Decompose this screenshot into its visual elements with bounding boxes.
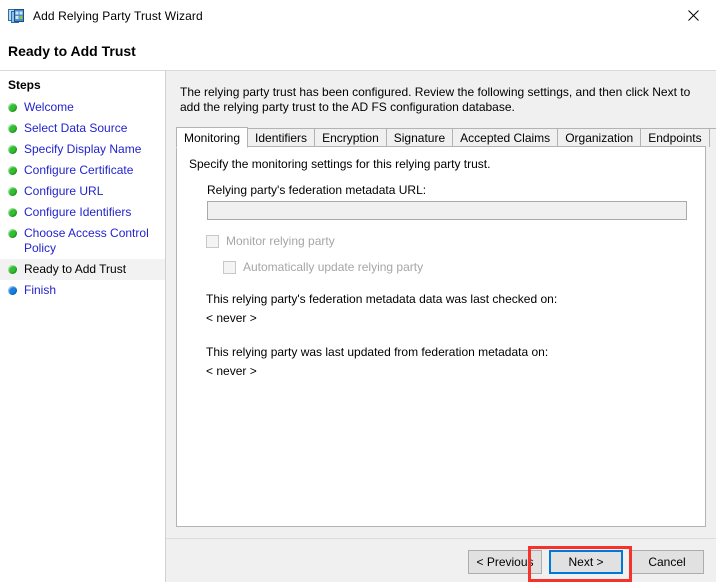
step-bullet-icon (8, 208, 17, 217)
last-checked-value: < never > (206, 311, 695, 325)
page-header: Ready to Add Trust (0, 32, 716, 70)
last-updated-title: This relying party was last updated from… (206, 345, 695, 359)
sidebar-step-select-data-source[interactable]: Select Data Source (0, 118, 165, 139)
tab-strip: MonitoringIdentifiersEncryptionSignature… (176, 126, 706, 147)
last-checked-block: This relying party's federation metadata… (206, 292, 695, 325)
auto-update-relying-party-row[interactable]: Automatically update relying party (223, 260, 695, 274)
last-updated-value: < never > (206, 364, 695, 378)
steps-list: Welcome Select Data Source Specify Display… (0, 97, 165, 301)
step-bullet-icon (8, 229, 17, 238)
tab-encryption[interactable]: Encryption (314, 128, 387, 147)
tab-accepted-claims[interactable]: Accepted Claims (452, 128, 558, 147)
settings-tab-control: MonitoringIdentifiersEncryptionSignature… (176, 126, 706, 527)
step-label: Ready to Add Trust (24, 262, 126, 277)
step-label: Choose Access Control Policy (24, 226, 161, 256)
wizard-app-icon (8, 8, 26, 24)
last-updated-block: This relying party was last updated from… (206, 345, 695, 378)
step-bullet-icon (8, 286, 17, 295)
sidebar-step-finish[interactable]: Finish (0, 280, 165, 301)
step-label: Configure Identifiers (24, 205, 131, 220)
tab-monitoring[interactable]: Monitoring (176, 127, 248, 148)
footer-divider (166, 538, 716, 539)
sidebar-step-ready-to-add-trust[interactable]: Ready to Add Trust (0, 259, 165, 280)
step-label: Configure Certificate (24, 163, 133, 178)
step-bullet-icon (8, 187, 17, 196)
next-button[interactable]: Next > (549, 550, 623, 574)
step-label: Configure URL (24, 184, 103, 199)
step-label: Finish (24, 283, 56, 298)
monitor-relying-party-label: Monitor relying party (226, 234, 335, 248)
sidebar-step-welcome[interactable]: Welcome (0, 97, 165, 118)
sidebar-step-choose-access-control-policy[interactable]: Choose Access Control Policy (0, 223, 165, 259)
previous-button[interactable]: < Previous (468, 550, 542, 574)
wizard-body: Steps Welcome Select Data Source Specify D… (0, 70, 716, 582)
sidebar-step-configure-certificate[interactable]: Configure Certificate (0, 160, 165, 181)
cancel-button[interactable]: Cancel (630, 550, 704, 574)
main-content: The relying party trust has been configu… (166, 70, 716, 582)
step-bullet-icon (8, 124, 17, 133)
metadata-url-label: Relying party's federation metadata URL: (207, 183, 695, 197)
steps-sidebar: Steps Welcome Select Data Source Specify D… (0, 70, 166, 582)
metadata-url-input[interactable] (207, 201, 687, 220)
tab-endpoints[interactable]: Endpoints (640, 128, 709, 147)
intro-text: The relying party trust has been configu… (166, 71, 716, 115)
window-title: Add Relying Party Trust Wizard (33, 9, 203, 23)
last-checked-title: This relying party's federation metadata… (206, 292, 695, 306)
page-title: Ready to Add Trust (8, 43, 136, 59)
wizard-button-bar: < Previous Next > Cancel (468, 550, 704, 574)
step-label: Select Data Source (24, 121, 127, 136)
auto-update-relying-party-label: Automatically update relying party (243, 260, 423, 274)
sidebar-step-specify-display-name[interactable]: Specify Display Name (0, 139, 165, 160)
tab-signature[interactable]: Signature (386, 128, 453, 147)
tab-notes[interactable]: Notes (709, 128, 716, 147)
step-bullet-icon (8, 103, 17, 112)
tab-organization[interactable]: Organization (557, 128, 641, 147)
monitor-relying-party-checkbox[interactable] (206, 235, 219, 248)
step-bullet-icon (8, 145, 17, 154)
tab-identifiers[interactable]: Identifiers (247, 128, 315, 147)
sidebar-step-configure-identifiers[interactable]: Configure Identifiers (0, 202, 165, 223)
step-bullet-icon (8, 265, 17, 274)
panel-description: Specify the monitoring settings for this… (189, 157, 695, 171)
close-icon[interactable] (670, 0, 716, 31)
auto-update-relying-party-checkbox[interactable] (223, 261, 236, 274)
steps-heading: Steps (0, 76, 165, 97)
step-bullet-icon (8, 166, 17, 175)
title-bar: Add Relying Party Trust Wizard (0, 0, 716, 32)
monitor-relying-party-row[interactable]: Monitor relying party (206, 234, 695, 248)
sidebar-step-configure-url[interactable]: Configure URL (0, 181, 165, 202)
monitoring-tab-panel: Specify the monitoring settings for this… (176, 146, 706, 527)
step-label: Welcome (24, 100, 74, 115)
step-label: Specify Display Name (24, 142, 141, 157)
